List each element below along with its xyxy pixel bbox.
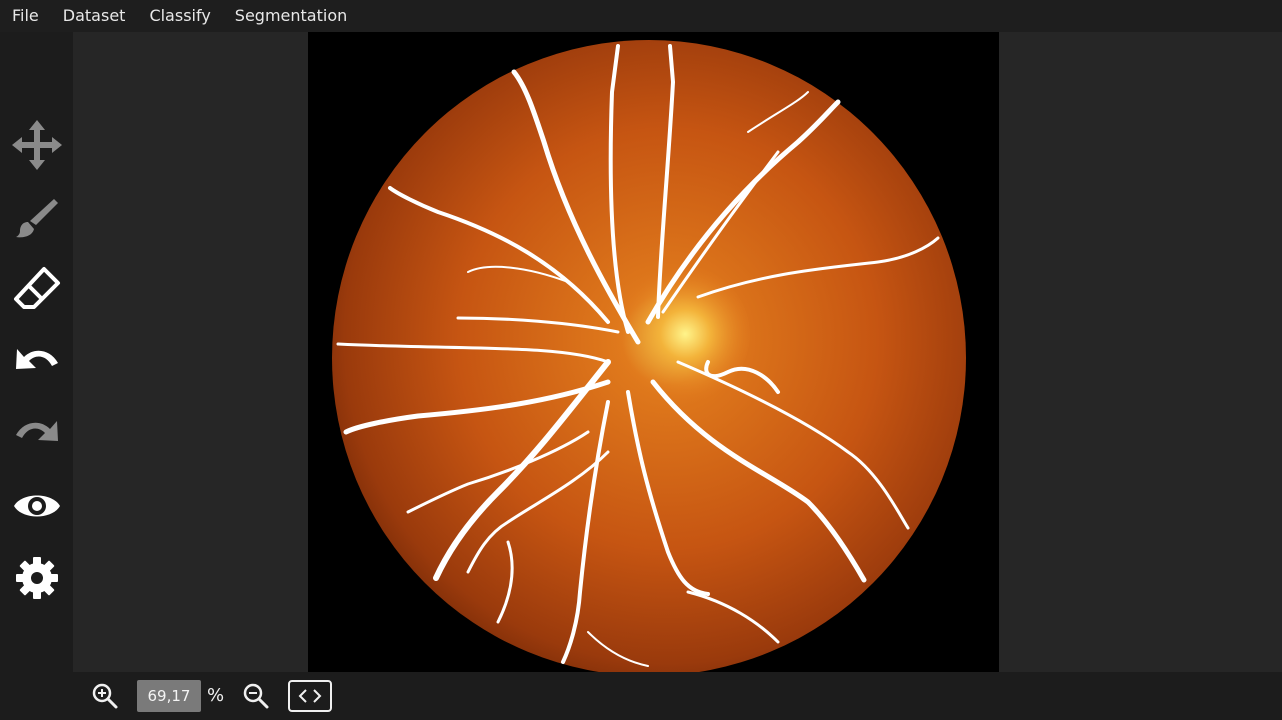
zoom-unit-label: %	[207, 685, 225, 706]
visibility-toggle-button[interactable]	[10, 479, 64, 533]
prev-next-button[interactable]	[288, 680, 332, 712]
menu-file[interactable]: File	[0, 0, 51, 32]
image-viewport[interactable]	[73, 32, 1282, 672]
redo-icon	[16, 421, 58, 441]
segmentation-canvas[interactable]	[308, 32, 999, 672]
menu-segmentation[interactable]: Segmentation	[223, 0, 359, 32]
zoom-level-input[interactable]	[137, 680, 201, 712]
chevron-left-icon	[298, 689, 307, 703]
zoom-out-icon[interactable]	[242, 682, 270, 710]
gear-icon	[16, 557, 58, 599]
menu-bar: File Dataset Classify Segmentation	[0, 0, 1282, 32]
eye-icon	[14, 495, 60, 517]
brush-icon	[16, 199, 58, 238]
menu-dataset[interactable]: Dataset	[51, 0, 138, 32]
move-tool-button[interactable]	[10, 118, 64, 172]
zoom-bar: %	[0, 672, 1282, 720]
eraser-tool-button[interactable]	[10, 263, 64, 317]
eraser-icon	[14, 267, 60, 309]
move-icon	[12, 120, 62, 170]
settings-button[interactable]	[10, 551, 64, 605]
redo-button[interactable]	[10, 407, 64, 461]
tool-sidebar	[0, 32, 73, 672]
undo-icon	[16, 349, 58, 369]
chevron-right-icon	[313, 689, 322, 703]
brush-tool-button[interactable]	[10, 191, 64, 245]
undo-button[interactable]	[10, 335, 64, 389]
zoom-in-icon[interactable]	[91, 682, 119, 710]
fundus-image	[308, 32, 999, 672]
menu-classify[interactable]: Classify	[137, 0, 222, 32]
